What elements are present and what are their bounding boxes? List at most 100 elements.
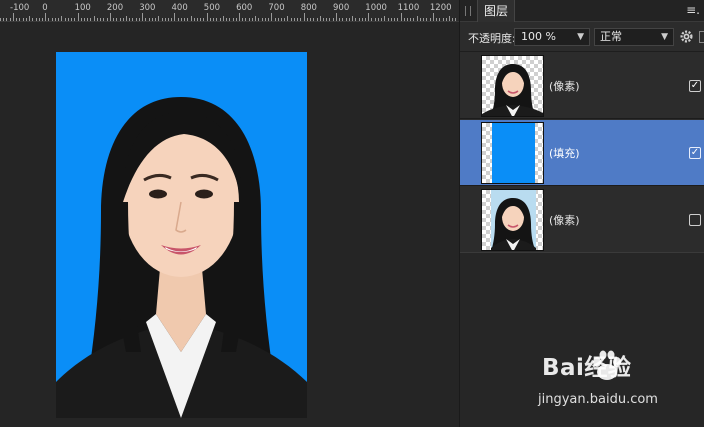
blend-mode-dropdown[interactable]: 正常 ▼ bbox=[594, 28, 674, 46]
ruler-tick bbox=[77, 13, 79, 21]
ruler-tick bbox=[426, 18, 428, 21]
ruler-tick bbox=[335, 13, 337, 21]
layer-name: (像素) bbox=[549, 80, 580, 93]
ruler-tick bbox=[9, 18, 11, 21]
ruler-tick bbox=[61, 16, 63, 21]
ruler-tick bbox=[442, 18, 444, 21]
ruler-tick bbox=[306, 18, 308, 21]
ruler-tick bbox=[232, 18, 234, 21]
ruler-tick bbox=[226, 18, 228, 21]
ruler-tick bbox=[326, 18, 328, 21]
ruler-tick bbox=[268, 18, 270, 21]
ruler-tick bbox=[255, 16, 257, 21]
ruler-tick bbox=[323, 18, 324, 21]
ruler-tick bbox=[45, 13, 47, 21]
ruler-tick bbox=[200, 18, 202, 21]
ruler-tick bbox=[177, 18, 179, 21]
ruler-tick bbox=[339, 18, 341, 21]
ruler-tick bbox=[248, 18, 250, 21]
ruler-tick-label: -100 bbox=[10, 3, 30, 13]
layer-row[interactable]: (填充) ✓ bbox=[460, 120, 704, 186]
ruler-tick bbox=[174, 13, 176, 21]
hamburger-menu-icon[interactable]: ≡. bbox=[686, 3, 700, 17]
ruler-tick bbox=[452, 18, 454, 21]
layer-name: (填充) bbox=[549, 147, 580, 160]
ruler-tick bbox=[100, 18, 102, 21]
ruler-tick bbox=[106, 18, 108, 21]
ruler-tick bbox=[310, 18, 312, 21]
ruler-tick bbox=[448, 16, 450, 21]
ruler-tick bbox=[342, 18, 344, 21]
ruler-tick bbox=[48, 18, 50, 21]
ruler-tick-label: 1200 bbox=[429, 3, 452, 13]
ruler-tick bbox=[83, 18, 85, 21]
tab-layers[interactable]: 图层 bbox=[477, 0, 516, 22]
ruler-tick bbox=[51, 18, 53, 21]
ruler-tick bbox=[355, 18, 357, 21]
ruler-tick bbox=[287, 16, 289, 21]
ruler-tick bbox=[316, 18, 318, 21]
ruler-tick bbox=[209, 18, 211, 21]
ruler-tick bbox=[145, 18, 147, 21]
ruler-tick bbox=[271, 13, 273, 21]
ruler-tick bbox=[400, 13, 402, 21]
ruler-tick bbox=[125, 16, 127, 21]
ruler-tick bbox=[397, 18, 399, 21]
ruler-tick bbox=[0, 18, 1, 21]
ruler-tick bbox=[242, 18, 244, 21]
layer-row[interactable]: (像素) bbox=[460, 187, 704, 253]
ruler-tick bbox=[251, 18, 253, 21]
ruler-tick bbox=[96, 18, 98, 21]
ruler-tick bbox=[54, 18, 56, 21]
ruler-tick bbox=[419, 18, 421, 21]
ruler-tick bbox=[67, 18, 69, 21]
ruler-tick bbox=[87, 18, 89, 21]
ruler-tick bbox=[113, 18, 115, 21]
canvas-area[interactable] bbox=[0, 22, 459, 427]
ruler-tick bbox=[445, 18, 447, 21]
gear-icon[interactable] bbox=[679, 29, 694, 44]
ruler-tick bbox=[281, 18, 282, 21]
ruler-tick bbox=[361, 18, 363, 21]
ruler-tick bbox=[180, 18, 182, 21]
ruler-tick bbox=[155, 18, 157, 21]
ruler-tick bbox=[135, 18, 137, 21]
ruler-tick bbox=[300, 18, 302, 21]
panel-overflow-icon[interactable] bbox=[699, 31, 704, 43]
ruler-tick bbox=[142, 13, 144, 21]
ruler-tick bbox=[348, 18, 350, 21]
opacity-dropdown[interactable]: 100 % ▼ bbox=[514, 28, 590, 46]
ruler-tick bbox=[239, 13, 241, 21]
ruler-tick bbox=[35, 18, 37, 21]
panel-header: 图层 ≡. bbox=[460, 0, 704, 22]
ruler-tick bbox=[222, 16, 224, 21]
ruler-tick bbox=[197, 18, 199, 21]
ruler-tick-label: 900 bbox=[333, 3, 350, 13]
ruler-tick bbox=[38, 18, 40, 21]
ruler-tick bbox=[213, 18, 215, 21]
ruler-tick bbox=[371, 18, 373, 21]
ruler-tick bbox=[303, 13, 305, 21]
ruler-tick bbox=[58, 18, 60, 21]
ruler-tick bbox=[184, 18, 186, 21]
visibility-checkbox[interactable] bbox=[689, 214, 701, 226]
ruler-tick bbox=[332, 18, 334, 21]
layer-thumbnail bbox=[481, 122, 544, 184]
ruler-tick bbox=[313, 18, 315, 21]
visibility-checkbox[interactable]: ✓ bbox=[689, 147, 701, 159]
panel-grip-icon[interactable] bbox=[465, 6, 471, 16]
ruler-tick bbox=[32, 18, 34, 21]
opacity-value: 100 % bbox=[521, 30, 556, 43]
ruler-tick bbox=[284, 18, 286, 21]
layer-row[interactable]: (像素) ✓ bbox=[460, 53, 704, 119]
ruler-tick bbox=[261, 18, 263, 21]
ruler-tick bbox=[119, 18, 121, 21]
ruler-tick bbox=[387, 18, 389, 21]
ruler-tick bbox=[80, 18, 82, 21]
ruler-tick bbox=[352, 16, 354, 21]
chevron-down-icon: ▼ bbox=[661, 32, 668, 42]
ruler-tick bbox=[455, 18, 457, 21]
ruler-tick bbox=[429, 18, 431, 21]
visibility-checkbox[interactable]: ✓ bbox=[689, 80, 701, 92]
ruler-tick-label: 400 bbox=[171, 3, 188, 13]
